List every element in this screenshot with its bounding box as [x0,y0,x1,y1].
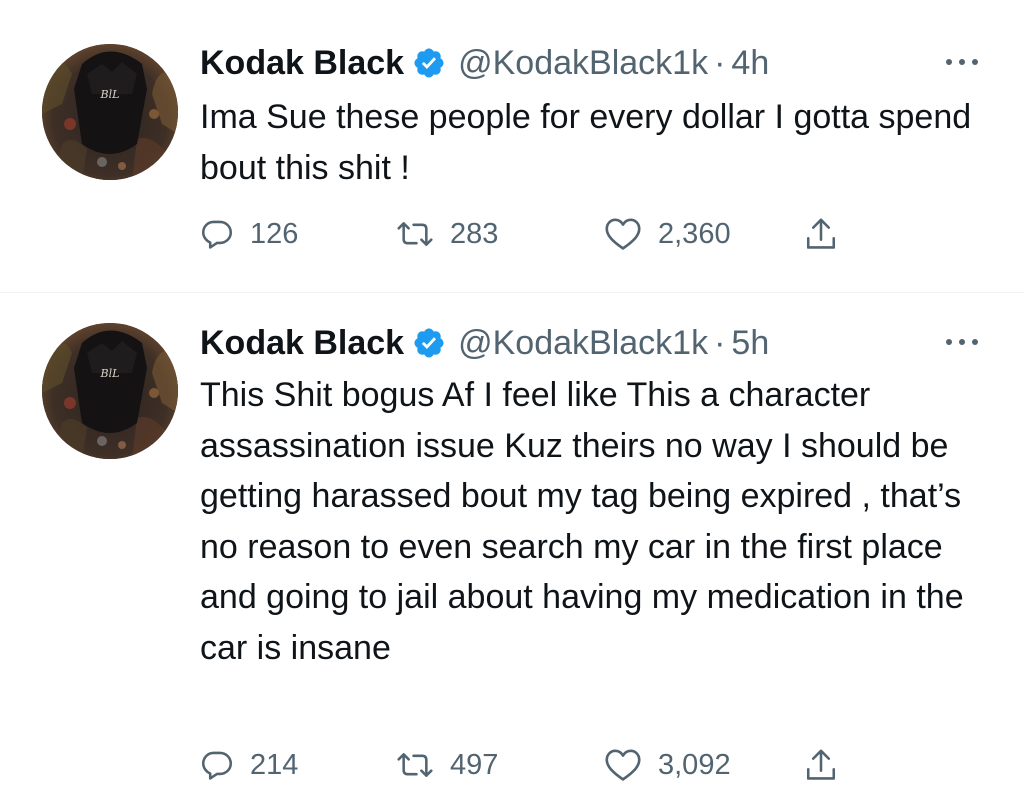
retweet-button[interactable]: 497 [396,745,498,785]
heart-icon [605,218,641,250]
tweet-actions: 214 497 3,092 [200,745,880,785]
share-button[interactable] [804,214,838,254]
reply-icon [201,220,233,249]
avatar-image: BlL [42,323,178,459]
retweet-button[interactable]: 283 [396,214,498,254]
like-button[interactable]: 2,360 [604,214,731,254]
avatar[interactable]: BlL [42,323,178,459]
avatar[interactable]: BlL [42,44,178,180]
retweet-icon [397,753,433,777]
like-count: 2,360 [658,217,731,250]
like-count: 3,092 [658,748,731,781]
reply-button[interactable]: 126 [200,214,298,254]
share-icon [806,749,836,780]
more-options-icon[interactable] [942,52,982,72]
author-name[interactable]: Kodak Black [200,40,404,86]
separator-dot: · [714,324,726,362]
tweet[interactable]: BlL Kodak Black @KodakBlack1k · 5h This … [0,293,1024,794]
tweet-timestamp[interactable]: 5h [731,320,769,366]
tweet-text: Ima Sue these people for every dollar I … [200,98,972,187]
author-handle[interactable]: @KodakBlack1k [458,40,708,86]
tweet-text: This Shit bogus Af I feel like This a ch… [200,376,964,667]
share-button[interactable] [804,745,838,785]
heart-icon [605,749,641,781]
reply-count: 214 [250,748,299,781]
verified-badge-icon [414,48,444,78]
verified-badge-icon [414,328,444,358]
reply-count: 126 [250,217,299,250]
tweet-header: Kodak Black @KodakBlack1k · 4h [200,40,769,86]
avatar-label: BlL [100,88,120,101]
separator-dot: · [714,44,726,82]
tweet-header: Kodak Black @KodakBlack1k · 5h [200,320,769,366]
like-button[interactable]: 3,092 [604,745,731,785]
tweet-actions: 126 283 2,360 [200,214,880,254]
reply-button[interactable]: 214 [200,745,298,785]
reply-icon [201,751,233,780]
avatar-label: BlL [100,367,120,380]
retweet-count: 497 [450,748,499,781]
retweet-icon [397,222,433,246]
retweet-count: 283 [450,217,499,250]
avatar-image: BlL [42,44,178,180]
more-options-icon[interactable] [942,332,982,352]
share-icon [806,218,836,249]
tweet-timestamp[interactable]: 4h [731,40,769,86]
tweet[interactable]: BlL Kodak Black @KodakBlack1k · 4h Ima S… [0,0,1024,292]
author-handle[interactable]: @KodakBlack1k [458,320,708,366]
author-name[interactable]: Kodak Black [200,320,404,366]
